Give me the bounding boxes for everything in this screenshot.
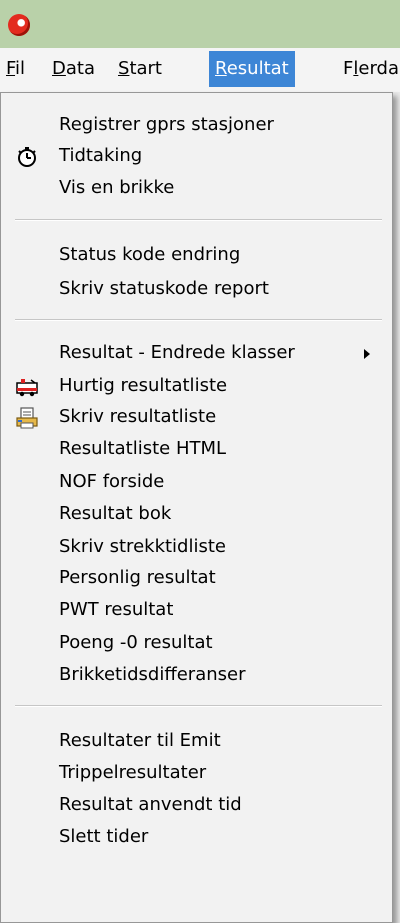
menu-item-slett-tider[interactable]: Slett tider (1, 822, 392, 852)
menu-item-nof-forside[interactable]: NOF forside (1, 467, 392, 497)
menu-item-label: Registrer gprs stasjoner (59, 114, 274, 135)
resultat-dropdown-menu: Registrer gprs stasjoner Tidtaking Vis e… (0, 92, 393, 923)
menu-item-brikketidsdifferanser[interactable]: Brikketidsdifferanser (1, 660, 392, 690)
menu-data-label: ata (65, 58, 95, 79)
menu-item-label: Skriv strekktidliste (59, 536, 226, 557)
menu-item-label: Skriv resultatliste (59, 406, 217, 427)
menu-item-label: Resultat anvendt tid (59, 794, 242, 815)
menu-flerdag[interactable]: Flerda (337, 51, 400, 87)
menu-fil-accel: F (6, 58, 16, 79)
menu-data-accel: D (52, 58, 66, 79)
menu-start-accel: S (118, 58, 130, 79)
menu-resultat[interactable]: Resultat (209, 51, 295, 87)
menu-flerdag-label: erda (358, 58, 399, 79)
menu-item-tidtaking[interactable]: Tidtaking (1, 141, 392, 171)
menu-item-label: Personlig resultat (59, 567, 216, 588)
menu-item-hurtig-resultatliste[interactable]: Hurtig resultatliste (1, 371, 392, 401)
menu-item-label: Resultat - Endrede klasser (59, 342, 295, 363)
menu-item-resultat-endrede-klasser[interactable]: Resultat - Endrede klasser (1, 338, 392, 368)
menu-fil[interactable]: Fil (0, 51, 31, 87)
menu-item-label: Resultatliste HTML (59, 438, 227, 459)
menu-item-label: NOF forside (59, 471, 165, 492)
menu-fil-label: il (15, 58, 26, 79)
menu-resultat-label: esultat (226, 58, 289, 79)
menu-item-resultat-bok[interactable]: Resultat bok (1, 499, 392, 529)
menu-item-skriv-statuskode-report[interactable]: Skriv statuskode report (1, 274, 392, 304)
menu-item-resultatliste-html[interactable]: Resultatliste HTML (1, 434, 392, 464)
menu-item-status-kode-endring[interactable]: Status kode endring (1, 240, 392, 270)
menu-item-label: Trippelresultater (59, 762, 207, 783)
menu-item-label: Resultater til Emit (59, 730, 221, 751)
menu-item-label: Skriv statuskode report (59, 278, 269, 299)
menu-item-vis-en-brikke[interactable]: Vis en brikke (1, 173, 392, 203)
menu-item-label: Slett tider (59, 826, 149, 847)
stopwatch-icon (15, 145, 39, 169)
app-logo-icon[interactable] (8, 14, 30, 36)
menu-item-label: Resultat bok (59, 503, 172, 524)
menu-item-label: Brikketidsdifferanser (59, 664, 246, 685)
menu-item-personlig-resultat[interactable]: Personlig resultat (1, 563, 392, 593)
menu-item-label: Hurtig resultatliste (59, 375, 228, 396)
menu-start-label: tart (129, 58, 162, 79)
menu-item-skriv-resultatliste[interactable]: Skriv resultatliste (1, 402, 392, 432)
title-bar (0, 0, 400, 48)
submenu-arrow-icon (364, 349, 370, 359)
menu-flerdag-lead: F (343, 58, 354, 79)
menu-item-label: Vis en brikke (59, 177, 175, 198)
menu-item-label: PWT resultat (59, 599, 174, 620)
menu-item-skriv-strekktidliste[interactable]: Skriv strekktidliste (1, 532, 392, 562)
menu-item-label: Poeng -0 resultat (59, 632, 213, 653)
menu-data[interactable]: Data (46, 51, 101, 87)
printer-document-icon (15, 406, 39, 430)
menu-item-trippelresultater[interactable]: Trippelresultater (1, 758, 392, 788)
menu-item-resultater-til-emit[interactable]: Resultater til Emit (1, 726, 392, 756)
window-edge (393, 92, 400, 923)
menu-separator (15, 319, 382, 321)
menu-item-resultat-anvendt-tid[interactable]: Resultat anvendt tid (1, 790, 392, 820)
menu-item-pwt-resultat[interactable]: PWT resultat (1, 595, 392, 625)
menu-item-label: Status kode endring (59, 244, 241, 265)
menu-separator (15, 219, 382, 221)
menu-item-poeng-0-resultat[interactable]: Poeng -0 resultat (1, 628, 392, 658)
menu-resultat-accel: R (215, 58, 227, 79)
menu-item-registrer-gprs-stasjoner[interactable]: Registrer gprs stasjoner (1, 110, 392, 140)
ambulance-icon (15, 375, 39, 399)
menu-bar: Fil Data Start Resultat Flerda (0, 48, 400, 92)
menu-item-label: Tidtaking (59, 145, 143, 166)
menu-start[interactable]: Start (112, 51, 168, 87)
menu-separator (15, 705, 382, 707)
